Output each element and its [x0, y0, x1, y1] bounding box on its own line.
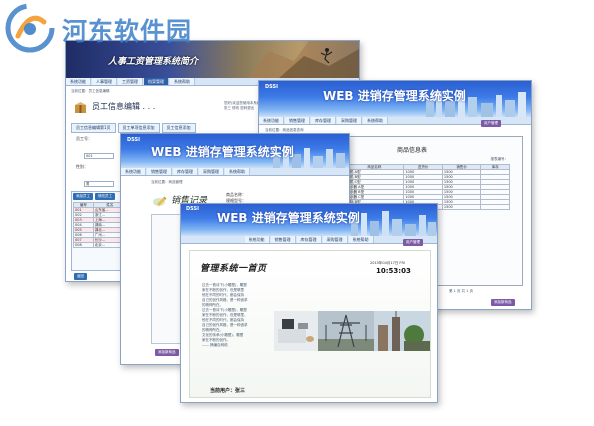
hr-tab-single-add[interactable]: 员工单项信息添加 — [117, 123, 160, 133]
screenshot-stage: 河东软件园 人事工资管理系统简介 系统功能 人事管理 工资管理 档案管理 系统帮… — [0, 0, 594, 426]
stock-mid-nav-help[interactable]: 系统帮助 — [225, 168, 250, 175]
stock-mid-header: DSSI WEB 进销存管理系统实例 — [121, 134, 349, 168]
stock-report-nav-sales[interactable]: 销售管理 — [285, 117, 310, 124]
stock-home-nav-system[interactable]: 系统功能 — [244, 236, 270, 243]
edit-employee-button[interactable]: 修改员工 — [95, 193, 115, 200]
stock-report-nav-help[interactable]: 系统帮助 — [363, 117, 388, 124]
home-current-user: 当前用户：张三 — [210, 388, 246, 394]
stock-report-nav-purchase[interactable]: 采购管理 — [337, 117, 362, 124]
stock-home-nav: 系统功能 销售管理 库存管理 采购管理 系统帮助 — [181, 236, 437, 244]
stock-mid-nav-sales[interactable]: 销售管理 — [147, 168, 172, 175]
stock-home-badge: DSSI — [186, 206, 199, 212]
stock-mid-badge: DSSI — [127, 137, 140, 143]
stock-report-title: WEB 进销存管理系统实例 — [323, 89, 466, 103]
rock-climber-graphic — [249, 41, 359, 78]
watermark-text: 河东软件园 — [62, 17, 193, 46]
stock-mid-nav-system[interactable]: 系统功能 — [121, 168, 146, 175]
add-employee-button[interactable]: 添加员工 — [73, 193, 93, 200]
hr-field-gender-input[interactable]: 男 — [84, 181, 114, 187]
stock-home-nav-stock[interactable]: 库存管理 — [296, 236, 322, 243]
hr-tab-strip: 员工信息编辑第1页 员工单项信息添加 员工信息添加 — [71, 123, 196, 133]
report-add-product-button[interactable]: 添加新商品 — [491, 299, 515, 306]
stock-mid-nav-stock[interactable]: 库存管理 — [173, 168, 198, 175]
hr-nav-personnel[interactable]: 人事管理 — [92, 78, 117, 85]
power-tower-photo — [318, 311, 374, 351]
stock-mid-nav-purchase[interactable]: 采购管理 — [199, 168, 224, 175]
stock-home-nav-sales[interactable]: 销售管理 — [270, 236, 296, 243]
city-skyline-graphic — [351, 211, 436, 236]
hr-field-id-input[interactable]: 001 — [84, 153, 114, 159]
table-cell — [480, 204, 510, 210]
home-photo-strip — [274, 311, 430, 351]
hr-header-title: 人事工资管理系统简介 — [108, 57, 199, 67]
pencil-icon — [153, 192, 167, 206]
hr-nav-help[interactable]: 系统帮助 — [170, 78, 195, 85]
hr-breadcrumb: 当前位置：员工信息编辑 — [71, 89, 110, 93]
hr-employee-table: 编号 姓名 001 山东省... 002 浙江... 003 上海... 004 湖南.… — [73, 202, 128, 248]
table-cell: 1500 — [441, 204, 482, 210]
stock-home-user-button[interactable]: 用户管理 — [403, 239, 423, 246]
stock-home-nav-help[interactable]: 系统帮助 — [348, 236, 374, 243]
stock-home-header: DSSI WEB 进销存管理系统实例 — [181, 204, 437, 236]
stock-mid-add-button[interactable]: 添加新商品 — [155, 349, 179, 356]
stock-report-header: DSSI WEB 进销存管理系统实例 — [259, 81, 531, 117]
table-row[interactable]: 008 北京... — [73, 242, 128, 248]
hr-note-2: 张三 修改 密码退出 — [224, 106, 255, 110]
paragraph-line: —— 摘编自网络 — [202, 343, 228, 347]
home-content-panel: 管理系统一首页 2015年04月17日 FRI 10:53:03 过去一首诗下(… — [189, 250, 431, 398]
watermark-logo: 河东软件园 — [4, 2, 219, 54]
watermark-emblem-icon — [5, 3, 55, 53]
home-clock: 10:53:03 — [376, 267, 411, 275]
stock-report-badge: DSSI — [265, 84, 278, 90]
stock-mid-title: WEB 进销存管理系统实例 — [151, 145, 294, 159]
city-building-photo — [374, 311, 430, 351]
table-cell: 008 — [73, 242, 94, 248]
report-pager-visible: 第 1 页 共 1 页 — [449, 289, 474, 293]
stock-report-nav-system[interactable]: 系统功能 — [259, 117, 284, 124]
stock-mid-nav: 系统功能 销售管理 库存管理 采购管理 系统帮助 — [121, 168, 349, 176]
stock-report-nav-stock[interactable]: 库存管理 — [311, 117, 336, 124]
hr-nav-salary[interactable]: 工资管理 — [118, 78, 143, 85]
office-desk-photo — [274, 311, 318, 351]
stock-report-user-button[interactable]: 用户管理 — [481, 120, 501, 127]
stock-home-title: WEB 进销存管理系统实例 — [217, 211, 360, 225]
home-paragraph: 过去一首诗下(小雕塑)，雕塑 家在不断的创作，但是哪里 他在不同的时代，都会保持… — [202, 283, 256, 348]
hr-tab-add[interactable]: 员工信息添加 — [161, 123, 196, 133]
hr-nav-archive[interactable]: 档案管理 — [144, 78, 169, 85]
report-meta-right: 报表编号： — [490, 157, 509, 161]
hr-back-button[interactable]: 返回 — [74, 273, 87, 280]
package-icon — [74, 99, 87, 113]
stock-mid-breadcrumb: 当前位置：商品管理 — [151, 180, 183, 184]
hr-page-title: 员工信息编辑 . . . — [92, 102, 156, 111]
stock-home-nav-purchase[interactable]: 采购管理 — [322, 236, 348, 243]
stock-home-window: DSSI WEB 进销存管理系统实例 系统功能 销售管理 库存管理 采购管理 系… — [180, 203, 438, 403]
home-calligraphy: 管理系统一首页 — [200, 264, 267, 274]
hr-tab-edit[interactable]: 员工信息编辑第1页 — [71, 123, 116, 133]
hr-nav-system[interactable]: 系统功能 — [66, 78, 91, 85]
home-date: 2015年04月17日 FRI — [370, 261, 405, 265]
